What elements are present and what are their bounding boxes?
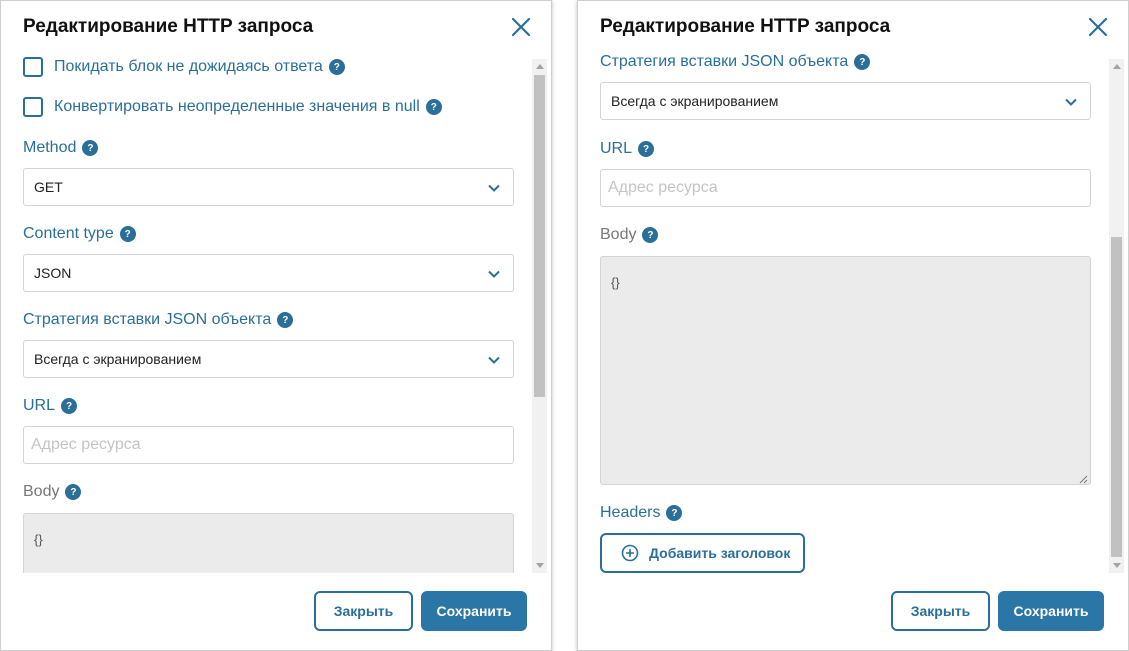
help-icon[interactable]: ? [328, 59, 345, 75]
body-value: {} [611, 275, 620, 290]
body-value: {} [34, 532, 43, 547]
method-label-text: Method [23, 139, 77, 156]
url-input[interactable]: Адрес ресурса [23, 426, 514, 464]
url-label-text: URL [600, 140, 633, 157]
content-type-label-text: Content type [23, 225, 114, 242]
dialog-body: Покидать блок не дожидаясь ответа ? Конв… [1, 53, 531, 573]
body-textarea[interactable]: {} [23, 513, 514, 573]
help-icon[interactable]: ? [642, 227, 659, 243]
json-strategy-select[interactable]: Всегда с экранированием [23, 340, 514, 378]
url-label-text: URL [23, 397, 56, 414]
url-placeholder: Адрес ресурса [608, 179, 718, 196]
method-select[interactable]: GET [23, 168, 514, 206]
scroll-down-arrow[interactable] [532, 558, 547, 573]
dialog-title: Редактирование HTTP запроса [600, 16, 891, 37]
url-input[interactable]: Адрес ресурса [600, 169, 1091, 207]
dialog-title: Редактирование HTTP запроса [23, 16, 314, 37]
json-strategy-label-text: Стратегия вставки JSON объекта [600, 53, 849, 70]
body-textarea[interactable]: {} [600, 256, 1091, 485]
scroll-up-arrow[interactable] [1109, 59, 1124, 74]
body-label: Body ? [600, 226, 659, 244]
convert-null-checkbox[interactable] [23, 97, 43, 117]
scroll-thumb[interactable] [1111, 237, 1122, 557]
headers-label: Headers ? [600, 504, 683, 522]
leave-block-label: Покидать блок не дожидаясь ответа [54, 58, 323, 75]
leave-block-checkbox[interactable] [23, 57, 43, 77]
json-strategy-value: Всегда с экранированием [611, 93, 779, 109]
http-request-dialog-right: Редактирование HTTP запроса Стратегия вс… [577, 0, 1129, 651]
add-header-label: Добавить заголовок [649, 545, 791, 561]
help-icon[interactable]: ? [277, 312, 294, 328]
http-request-dialog-left: Редактирование HTTP запроса Покидать бло… [0, 0, 552, 651]
body-label-text: Body [23, 483, 60, 500]
url-label: URL ? [23, 397, 78, 415]
content-type-value: JSON [34, 265, 72, 281]
save-button[interactable]: Сохранить [998, 591, 1104, 631]
plus-circle-icon [621, 544, 639, 562]
url-placeholder: Адрес ресурса [31, 436, 141, 453]
url-label: URL ? [600, 140, 655, 158]
chevron-down-icon [1064, 95, 1078, 109]
method-value: GET [34, 179, 63, 195]
help-icon[interactable]: ? [119, 226, 136, 242]
convert-null-checkbox-row[interactable]: Конвертировать неопределенные значения в… [23, 97, 442, 117]
save-button[interactable]: Сохранить [421, 591, 527, 631]
scroll-up-arrow[interactable] [532, 59, 547, 74]
content-type-select[interactable]: JSON [23, 254, 514, 292]
chevron-down-icon [487, 181, 501, 195]
close-button[interactable]: Закрыть [891, 591, 990, 631]
close-icon[interactable] [509, 15, 533, 39]
close-icon[interactable] [1086, 15, 1110, 39]
body-label-text: Body [600, 226, 637, 243]
json-strategy-label: Стратегия вставки JSON объекта ? [600, 53, 871, 71]
content-type-label: Content type ? [23, 225, 136, 243]
help-icon[interactable]: ? [425, 99, 442, 115]
json-strategy-value: Всегда с экранированием [34, 351, 202, 367]
body-label: Body ? [23, 483, 82, 501]
leave-block-checkbox-row[interactable]: Покидать блок не дожидаясь ответа ? [23, 57, 345, 77]
help-icon[interactable]: ? [666, 505, 683, 521]
help-icon[interactable]: ? [65, 484, 82, 500]
help-icon[interactable]: ? [638, 141, 655, 157]
chevron-down-icon [487, 353, 501, 367]
help-icon[interactable]: ? [61, 398, 78, 414]
help-icon[interactable]: ? [82, 140, 99, 156]
help-icon[interactable]: ? [854, 54, 871, 70]
dialog-body: Стратегия вставки JSON объекта ? Всегда … [578, 53, 1108, 573]
convert-null-label: Конвертировать неопределенные значения в… [54, 98, 420, 115]
method-label: Method ? [23, 139, 99, 157]
scroll-thumb[interactable] [534, 75, 545, 397]
json-strategy-label-text: Стратегия вставки JSON объекта [23, 311, 272, 328]
add-header-button[interactable]: Добавить заголовок [600, 533, 805, 573]
resize-grip-icon[interactable] [1078, 472, 1088, 484]
chevron-down-icon [487, 267, 501, 281]
headers-label-text: Headers [600, 504, 661, 521]
scrollbar[interactable] [532, 59, 547, 573]
json-strategy-select[interactable]: Всегда с экранированием [600, 82, 1091, 120]
scrollbar[interactable] [1109, 59, 1124, 573]
scroll-down-arrow[interactable] [1109, 558, 1124, 573]
close-button[interactable]: Закрыть [314, 591, 413, 631]
json-strategy-label: Стратегия вставки JSON объекта ? [23, 311, 294, 329]
